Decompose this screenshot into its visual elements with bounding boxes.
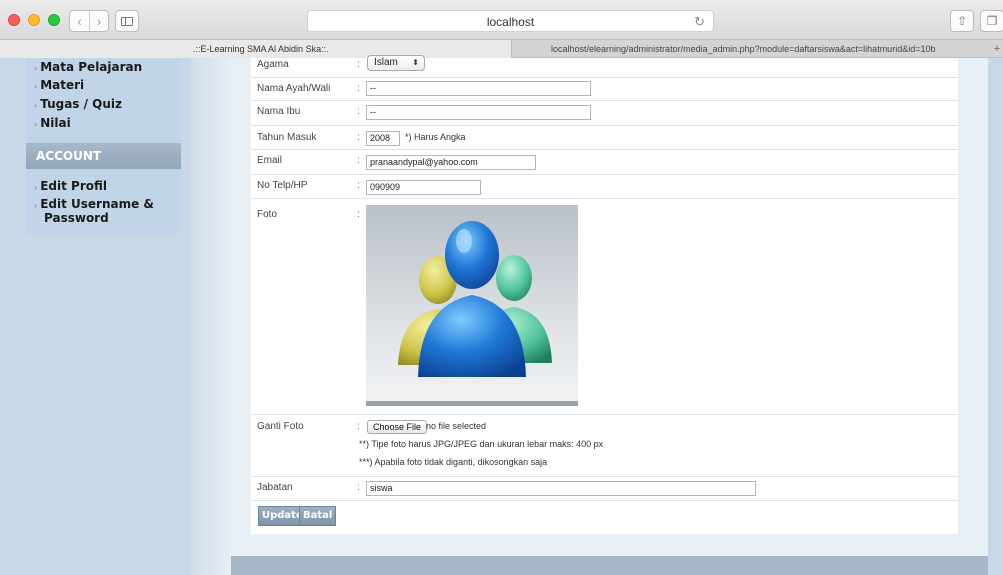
email-field[interactable]: pranaandypal@yahoo.com: [366, 155, 536, 170]
sidebar-item-mata-pelajaran[interactable]: › Mata Pelajaran: [34, 60, 142, 74]
tab-bar: .::E-Learning SMA Al Abidin Ska::. local…: [0, 40, 1003, 58]
select-chevron-icon: ⬍: [412, 58, 419, 67]
show-tabs-button[interactable]: ❐: [980, 10, 1003, 32]
form-row-jabatan: Jabatan : siswa: [251, 477, 958, 501]
ibu-colon: :: [357, 106, 360, 117]
reload-icon[interactable]: ↻: [694, 14, 705, 30]
tabs-icon: ❐: [986, 14, 998, 28]
chevron-right-icon: ›: [34, 201, 38, 210]
chevron-right-icon: ›: [34, 120, 38, 129]
form-row-ayah: Nama Ayah/Wali : --: [251, 78, 958, 101]
sidebar-item-label: Mata Pelajaran: [40, 60, 143, 74]
user-group-icon: [366, 205, 578, 406]
tahun-hint: *) Harus Angka: [405, 132, 466, 142]
sidebar-item-materi[interactable]: › Materi: [34, 78, 84, 92]
zoom-window-button[interactable]: [48, 14, 60, 26]
choose-file-button[interactable]: Choose File: [367, 420, 428, 434]
sidebar-item-tugas-quiz[interactable]: › Tugas / Quiz: [34, 97, 122, 111]
telp-label: No Telp/HP: [257, 180, 308, 191]
history-navigation: ‹ ›: [69, 10, 109, 32]
sidebar-item-label: Materi: [40, 78, 85, 92]
sidebar-item-edit-profil[interactable]: › Edit Profil: [34, 179, 107, 193]
close-window-button[interactable]: [8, 14, 20, 26]
share-icon: ⇧: [956, 14, 968, 28]
agama-select[interactable]: Islam ⬍: [367, 55, 425, 71]
sidebar-item-label: Nilai: [40, 116, 71, 130]
form-row-telp: No Telp/HP : 090909: [251, 175, 958, 199]
form-row-foto: Foto :: [251, 199, 958, 415]
form-row-ibu: Nama Ibu : --: [251, 101, 958, 126]
sidebar-toggle-button[interactable]: [115, 10, 139, 32]
sidebar-icon: [121, 16, 133, 26]
tahun-colon: :: [357, 132, 360, 143]
ayah-label: Nama Ayah/Wali: [257, 83, 331, 94]
sidebar-item-label: Edit Username & Password: [40, 197, 154, 225]
email-colon: :: [357, 155, 360, 166]
browser-titlebar: ‹ › localhost ↻ ⇧ ❐: [0, 0, 1003, 40]
photo-unchanged-note: ***) Apabila foto tidak diganti, dikoson…: [359, 457, 548, 467]
foto-colon: :: [357, 209, 360, 220]
main-footer-bar: [231, 556, 988, 575]
form-row-ganti-foto: Ganti Foto : Choose File no file selecte…: [251, 415, 958, 477]
chevron-right-icon: ›: [96, 13, 102, 29]
edit-student-form: Agama : Islam ⬍ Nama Ayah/Wali : -- Nama…: [251, 55, 958, 534]
account-section-header: ACCOUNT: [26, 143, 181, 169]
form-row-email: Email : pranaandypal@yahoo.com: [251, 150, 958, 175]
ganti-foto-label: Ganti Foto: [257, 421, 304, 432]
form-row-tahun: Tahun Masuk : 2008 *) Harus Angka: [251, 126, 958, 150]
student-photo: [366, 205, 578, 406]
page-gutter: [190, 58, 231, 575]
forward-button[interactable]: ›: [89, 11, 108, 31]
ganti-foto-colon: :: [357, 421, 360, 432]
sidebar-item-label: Edit Profil: [40, 179, 107, 193]
share-button[interactable]: ⇧: [950, 10, 974, 32]
sidebar-item-nilai[interactable]: › Nilai: [34, 116, 71, 130]
photo-type-note: **) Tipe foto harus JPG/JPEG dan ukuran …: [359, 439, 604, 449]
file-status: no file selected: [426, 421, 487, 431]
jabatan-input[interactable]: siswa: [366, 481, 756, 496]
telp-colon: :: [357, 180, 360, 191]
ibu-label: Nama Ibu: [257, 106, 301, 117]
chevron-right-icon: ›: [34, 64, 38, 73]
foto-label: Foto: [257, 209, 278, 220]
plus-icon[interactable]: +: [991, 40, 1003, 58]
jabatan-colon: :: [357, 482, 360, 493]
minimize-window-button[interactable]: [28, 14, 40, 26]
jabatan-label: Jabatan: [257, 482, 293, 493]
address-bar[interactable]: localhost ↻: [307, 10, 714, 32]
telp-input[interactable]: 090909: [366, 180, 481, 195]
agama-label: Agama: [257, 59, 289, 70]
window-controls: [8, 14, 60, 26]
nama-ibu-input[interactable]: --: [366, 105, 591, 120]
tab-media-admin[interactable]: localhost/elearning/administrator/media_…: [513, 40, 991, 58]
agama-colon: :: [357, 59, 360, 70]
ayah-colon: :: [357, 83, 360, 94]
sidebar-item-edit-username[interactable]: › Edit Username & Password: [34, 198, 174, 225]
address-text: localhost: [486, 15, 535, 29]
chevron-right-icon: ›: [34, 183, 38, 192]
batal-button[interactable]: Batal: [299, 506, 337, 526]
chevron-right-icon: ›: [34, 101, 38, 110]
form-row-agama: Agama : Islam ⬍: [251, 55, 958, 78]
agama-value: Islam: [374, 57, 398, 68]
nama-ayah-input[interactable]: --: [366, 81, 591, 96]
tab-elearning[interactable]: .::E-Learning SMA Al Abidin Ska::.: [0, 40, 512, 58]
page-content: › Mata Pelajaran › Materi › Tugas / Quiz › N…: [0, 55, 1003, 575]
chevron-right-icon: ›: [34, 82, 38, 91]
tahun-label: Tahun Masuk: [257, 132, 317, 143]
email-label: Email: [257, 155, 283, 166]
tahun-masuk-input[interactable]: 2008: [366, 131, 400, 146]
sidebar-item-label: Tugas / Quiz: [40, 97, 123, 111]
back-button[interactable]: ‹: [70, 11, 89, 31]
chevron-left-icon: ‹: [77, 13, 82, 29]
